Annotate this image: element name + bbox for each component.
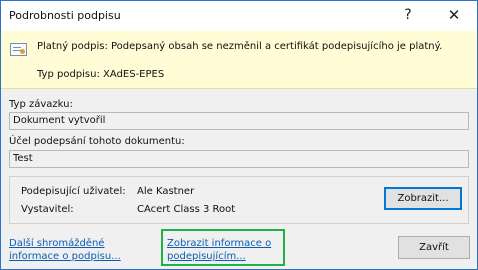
- signature-status-banner: Platný podpis: Podepsaný obsah se nezměn…: [1, 31, 477, 89]
- signer-user-label: Podepisující uživatel:: [21, 186, 126, 197]
- certificate-icon: [10, 43, 27, 56]
- additional-info-link[interactable]: Další shromážděné informace o podpisu...: [9, 237, 121, 263]
- issuer-value: CAcert Class 3 Root: [137, 204, 236, 215]
- dialog-title: Podrobnosti podpisu: [9, 9, 121, 22]
- close-icon[interactable]: ✕: [443, 5, 465, 25]
- signature-type-label: Typ podpisu:: [37, 69, 100, 80]
- signer-info-group: Podepisující uživatel: Ale Kastner Vysta…: [9, 176, 469, 224]
- signature-type: Typ podpisu: XAdES-EPES: [37, 69, 164, 80]
- signature-status-text: Platný podpis: Podepsaný obsah se nezměn…: [37, 41, 443, 52]
- commitment-type-label: Typ závazku:: [9, 99, 73, 110]
- close-button[interactable]: Zavřít: [398, 236, 470, 259]
- signature-type-value: XAdES-EPES: [103, 69, 165, 80]
- issuer-label: Vystavitel:: [21, 204, 74, 215]
- view-signer-info-link-line2: podepisujícím...: [167, 251, 246, 262]
- signing-purpose-field[interactable]: Test: [9, 150, 469, 168]
- commitment-type-field[interactable]: Dokument vytvořil: [9, 112, 469, 130]
- additional-info-link-line2: informace o podpisu...: [9, 251, 121, 262]
- title-bar: Podrobnosti podpisu ? ✕: [1, 1, 477, 31]
- signature-details-dialog: Podrobnosti podpisu ? ✕ Platný podpis: P…: [0, 0, 478, 270]
- help-icon[interactable]: ?: [398, 5, 418, 25]
- view-signer-info-link-line1: Zobrazit informace o: [167, 238, 272, 249]
- view-signer-info-link[interactable]: Zobrazit informace o podepisujícím...: [167, 237, 271, 263]
- signer-user-value: Ale Kastner: [137, 186, 195, 197]
- view-certificate-button[interactable]: Zobrazit...: [384, 187, 462, 210]
- additional-info-link-line1: Další shromážděné: [9, 238, 105, 249]
- signing-purpose-label: Účel podepsání tohoto dokumentu:: [9, 136, 185, 147]
